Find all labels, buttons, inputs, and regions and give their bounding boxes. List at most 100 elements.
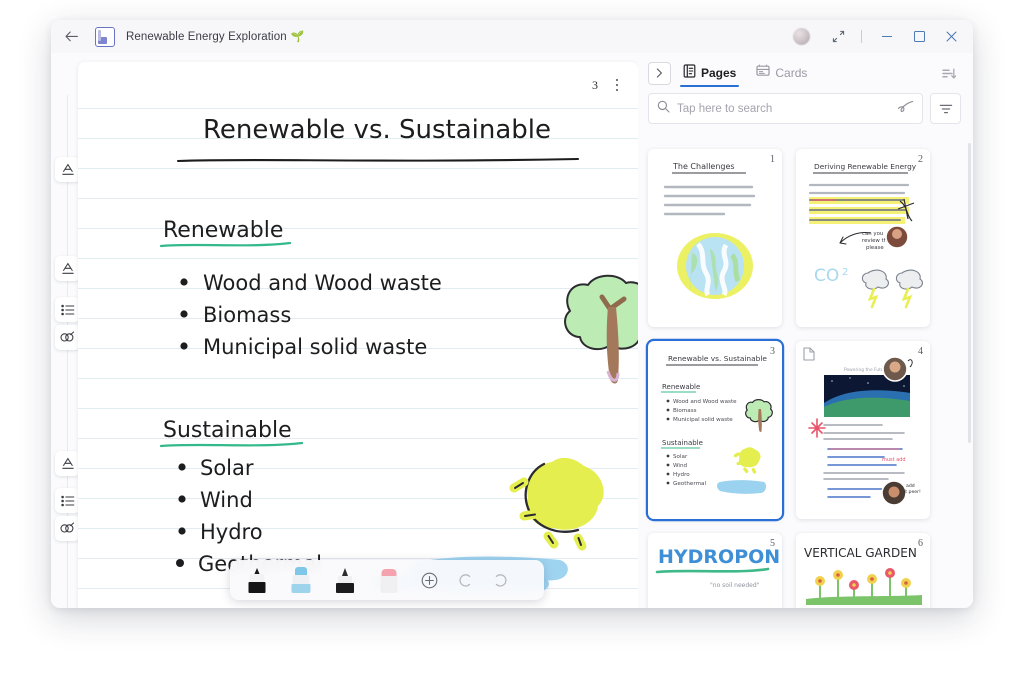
document-title[interactable]: Renewable Energy Exploration 🌱 <box>126 30 305 43</box>
ink-search-icon[interactable] <box>898 100 914 118</box>
svg-text:Hydro: Hydro <box>200 520 263 544</box>
control-divider <box>861 30 862 43</box>
svg-text:HYDROPONICS: HYDROPONICS <box>658 546 782 568</box>
svg-text:2: 2 <box>842 267 848 278</box>
svg-text:Wind: Wind <box>673 463 688 469</box>
svg-text:Sustainable: Sustainable <box>662 439 703 447</box>
thumbnail-preview: The Challenges <box>648 149 782 327</box>
document-title-text: Renewable Energy Exploration <box>126 31 287 43</box>
thumbnail-page-3[interactable]: 3 Renewable vs. Sustainable Renewable Wo… <box>648 341 782 519</box>
thumbnail-row: 3 Renewable vs. Sustainable Renewable Wo… <box>648 341 961 519</box>
svg-text:Municipal solid waste: Municipal solid waste <box>203 335 427 359</box>
svg-text:Renewable vs. Sustainable: Renewable vs. Sustainable <box>668 354 767 363</box>
tab-cards-label: Cards <box>775 66 807 80</box>
svg-text:Wood and Wood waste: Wood and Wood waste <box>673 399 737 405</box>
add-pen-icon[interactable] <box>412 563 446 597</box>
svg-text:Municipal solid waste: Municipal solid waste <box>673 417 733 423</box>
svg-text:must add: must add <box>882 457 906 463</box>
page-thumbnails: 1 The Challenges <box>638 135 973 608</box>
window-controls <box>793 20 973 53</box>
text-style-icon[interactable] <box>55 157 80 182</box>
close-button[interactable] <box>935 23 967 51</box>
svg-text:please: please <box>866 245 884 251</box>
svg-text:it peer!: it peer! <box>904 489 921 495</box>
svg-text:Biomass: Biomass <box>673 408 697 414</box>
note-page[interactable]: 3 Renewable vs. Sustainable Renewable Wo… <box>78 62 638 608</box>
svg-text:Wood and Wood waste: Wood and Wood waste <box>203 271 442 295</box>
app-logo-icon <box>95 27 115 47</box>
window-body: 3 Renewable vs. Sustainable Renewable Wo… <box>51 53 973 608</box>
pages-panel: Pages Cards Tap here to sear <box>638 53 973 608</box>
thumbnail-preview: HYDROPONICS "no soil needed" <box>648 533 782 608</box>
sort-layout-icon[interactable] <box>937 61 961 85</box>
pencil-tool-black[interactable] <box>324 561 366 599</box>
svg-text:Sustainable: Sustainable <box>163 418 292 443</box>
svg-text:Hydro: Hydro <box>673 472 690 478</box>
undo-icon[interactable] <box>448 563 482 597</box>
svg-text:Renewable: Renewable <box>163 218 283 243</box>
tab-cards[interactable]: Cards <box>753 53 810 93</box>
title-bar: Renewable Energy Exploration 🌱 <box>51 20 973 53</box>
svg-text:Deriving Renewable Energy: Deriving Renewable Energy <box>814 162 917 171</box>
search-input[interactable]: Tap here to search <box>648 93 923 124</box>
text-style-icon[interactable] <box>55 451 80 476</box>
avatar[interactable] <box>793 28 810 45</box>
svg-text:Renewable vs. Sustainable: Renewable vs. Sustainable <box>203 115 551 145</box>
tab-pages-label: Pages <box>701 66 736 80</box>
cards-icon <box>756 64 770 82</box>
thumbnail-preview: Powering the Future <box>796 341 930 519</box>
thumbnail-page-1[interactable]: 1 The Challenges <box>648 149 782 327</box>
maximize-button[interactable] <box>903 23 935 51</box>
search-placeholder: Tap here to search <box>677 103 772 115</box>
ink-shape-icon[interactable] <box>55 516 80 541</box>
thumbnail-page-4[interactable]: 4 Powering the Future <box>796 341 930 519</box>
pen-toolbar <box>230 560 544 600</box>
thumbnail-row: 5 HYDROPONICS "no soil needed" 6 VERTICA… <box>648 533 961 608</box>
svg-text:Powering the Future: Powering the Future <box>844 367 888 373</box>
eraser-tool-pink[interactable] <box>368 561 410 599</box>
svg-text:add: add <box>906 483 915 489</box>
svg-text:"no soil needed": "no soil needed" <box>710 582 760 589</box>
pages-icon <box>683 64 696 83</box>
thumbnail-page-6[interactable]: 6 VERTICAL GARDEN <box>796 533 930 608</box>
bulleted-list-icon[interactable] <box>55 488 80 513</box>
filter-icon[interactable] <box>930 93 961 124</box>
svg-text:Renewable: Renewable <box>662 383 700 391</box>
search-icon <box>657 100 670 118</box>
svg-text:Solar: Solar <box>200 456 254 480</box>
bulleted-list-icon[interactable] <box>55 297 80 322</box>
minimize-button[interactable] <box>871 23 903 51</box>
thumbnail-page-2[interactable]: 2 Deriving Renewable Energy <box>796 149 930 327</box>
thumbnail-preview: VERTICAL GARDEN <box>796 533 930 608</box>
panel-header: Pages Cards <box>638 53 973 93</box>
thumbnail-row: 1 The Challenges <box>648 149 961 327</box>
svg-text:Geothermal: Geothermal <box>673 481 706 487</box>
chevron-right-icon[interactable] <box>648 62 671 85</box>
expand-diagonal-icon[interactable] <box>824 23 852 51</box>
svg-text:The Challenges: The Challenges <box>672 162 735 171</box>
svg-text:can you: can you <box>862 231 883 237</box>
margin-rail <box>51 53 78 608</box>
thumbnail-page-5[interactable]: 5 HYDROPONICS "no soil needed" <box>648 533 782 608</box>
search-row: Tap here to search <box>638 93 973 124</box>
thumbnail-preview: Deriving Renewable Energy <box>796 149 930 327</box>
screenshot-root: Renewable Energy Exploration 🌱 <box>0 0 1024 681</box>
highlighter-tool-blue[interactable] <box>280 561 322 599</box>
text-style-icon[interactable] <box>55 256 80 281</box>
svg-text:VERTICAL GARDEN: VERTICAL GARDEN <box>804 546 917 560</box>
app-window: Renewable Energy Exploration 🌱 <box>51 20 973 608</box>
document-emoji: 🌱 <box>291 30 305 43</box>
ink-shape-icon[interactable] <box>55 325 80 350</box>
back-arrow-icon[interactable] <box>58 24 84 50</box>
thumbnail-preview: Renewable vs. Sustainable Renewable Wood… <box>648 341 782 519</box>
redo-icon[interactable] <box>484 563 518 597</box>
svg-text:Wind: Wind <box>200 488 253 512</box>
svg-text:Biomass: Biomass <box>203 303 291 327</box>
handwriting-layer: Renewable vs. Sustainable Renewable Wood… <box>78 62 638 608</box>
svg-text:Solar: Solar <box>673 454 688 460</box>
svg-text:CO: CO <box>814 266 839 286</box>
pen-tool-black[interactable] <box>236 561 278 599</box>
note-editor: 3 Renewable vs. Sustainable Renewable Wo… <box>51 53 638 608</box>
panel-scrollbar[interactable] <box>968 143 971 443</box>
tab-pages[interactable]: Pages <box>680 53 739 93</box>
